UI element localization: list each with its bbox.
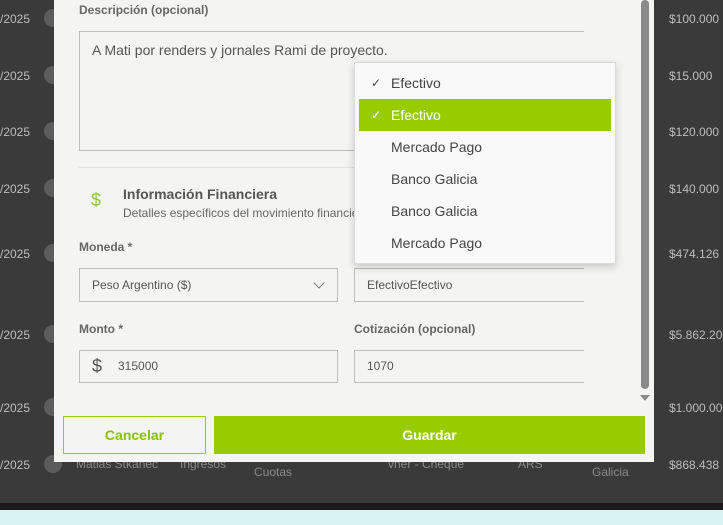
row-amount: $868.438	[669, 458, 720, 472]
wallet-dropdown-list: ✓ Efectivo ✓ Efectivo Mercado Pago Banco…	[354, 62, 616, 264]
dropdown-option[interactable]: Mercado Pago	[359, 227, 611, 259]
row-amount: $120.000	[669, 125, 720, 139]
row-amount: $140.000	[669, 182, 720, 196]
dollar-icon: $	[92, 356, 103, 376]
dropdown-option[interactable]: Banco Galicia	[359, 163, 611, 195]
check-icon: ✓	[371, 76, 382, 90]
exchange-label: Cotización (opcional)	[354, 322, 476, 336]
row-amount: $474.126	[669, 247, 720, 261]
row-amount: $15.000	[669, 69, 713, 83]
wallet-select[interactable]: EfectivoEfectivo	[354, 268, 584, 302]
dropdown-option[interactable]: ✓ Efectivo	[359, 67, 611, 99]
dropdown-option[interactable]: Banco Galicia	[359, 195, 611, 227]
wallet-select-value: EfectivoEfectivo	[367, 278, 453, 292]
scrollbar-thumb[interactable]	[641, 0, 649, 389]
save-button[interactable]: Guardar	[214, 416, 645, 454]
option-label: Banco Galicia	[391, 203, 478, 219]
scroll-down-arrow-icon[interactable]	[640, 395, 650, 401]
amount-input[interactable]: $ 315000	[79, 350, 338, 383]
currency-label: Moneda *	[79, 240, 133, 254]
chevron-down-icon	[313, 277, 325, 289]
dropdown-option[interactable]: Mercado Pago	[359, 131, 611, 163]
dropdown-option-highlighted[interactable]: ✓ Efectivo	[359, 99, 611, 131]
page-bottom-strip	[0, 510, 723, 525]
financial-section-title: Información Financiera	[123, 186, 278, 202]
amount-label: Monto *	[79, 322, 123, 336]
exchange-input[interactable]: 1070	[354, 350, 584, 383]
amount-value: 315000	[118, 359, 159, 373]
row-amount: $1.000.000	[669, 401, 723, 415]
check-icon: ✓	[371, 108, 382, 122]
row-amount: $5.862.200	[669, 328, 723, 342]
row-amount: $100.000	[669, 12, 720, 26]
currency-select[interactable]: Peso Argentino ($)	[79, 268, 338, 302]
dollar-icon: $	[90, 190, 101, 210]
financial-section-subtitle: Detalles específicos del movimiento fina…	[123, 206, 355, 220]
option-label: Efectivo	[391, 75, 441, 91]
option-label: Mercado Pago	[391, 235, 483, 251]
row-date: /2025	[0, 458, 31, 472]
option-label: Efectivo	[391, 107, 441, 123]
cancel-button[interactable]: Cancelar	[63, 416, 206, 454]
description-label: Descripción (opcional)	[79, 3, 209, 17]
page-footer-bar	[0, 503, 723, 510]
option-label: Mercado Pago	[391, 139, 483, 155]
row-cuotas: Cuotas	[254, 465, 293, 479]
currency-select-value: Peso Argentino ($)	[92, 278, 192, 292]
option-label: Banco Galicia	[391, 171, 478, 187]
row-bank: Galicia	[592, 465, 629, 479]
